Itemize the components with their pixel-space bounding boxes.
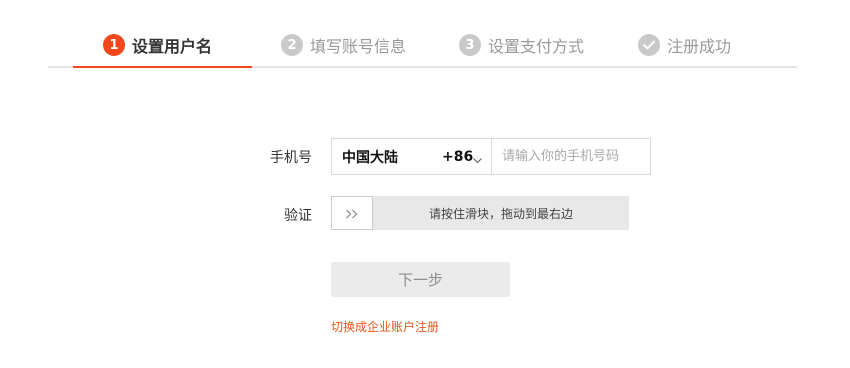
step-payment-method: 3 设置支付方式 — [459, 32, 584, 58]
slider-handle[interactable] — [331, 196, 373, 230]
slider-hint-text: 请按住滑块，拖动到最右边 — [428, 206, 573, 221]
country-region-select[interactable]: 中国大陆 +86 — [331, 138, 492, 175]
active-step-underline — [73, 66, 252, 68]
registration-steps: 1 设置用户名 2 填写账号信息 3 设置支付方式 注册成功 — [48, 0, 797, 68]
chevron-down-icon — [472, 151, 483, 170]
checkmark-icon — [638, 34, 660, 56]
step-register-success: 注册成功 — [638, 32, 731, 58]
step-label: 注册成功 — [667, 37, 732, 56]
verify-label: 验证 — [284, 208, 312, 224]
step-account-info: 2 填写账号信息 — [281, 32, 406, 58]
step-set-username: 1 设置用户名 — [103, 32, 212, 58]
step-label: 设置支付方式 — [488, 37, 585, 56]
switch-enterprise-link[interactable]: 切换成企业账户注册 — [331, 318, 439, 335]
register-page: 1 设置用户名 2 填写账号信息 3 设置支付方式 注册成功 手机号 中国大陆 … — [0, 0, 850, 368]
double-chevron-right-icon — [345, 204, 359, 223]
next-step-button[interactable]: 下一步 — [331, 262, 510, 297]
step-number-badge: 1 — [103, 34, 125, 56]
slide-verification-track: 请按住滑块，拖动到最右边 — [331, 196, 629, 230]
step-number-badge: 2 — [281, 34, 303, 56]
step-label: 设置用户名 — [132, 37, 213, 56]
step-number-badge: 3 — [459, 34, 481, 56]
region-name: 中国大陆 — [342, 149, 398, 166]
phone-number-input[interactable] — [492, 138, 651, 175]
step-label: 填写账号信息 — [310, 37, 407, 56]
country-code: +86 — [442, 148, 474, 165]
phone-label: 手机号 — [270, 150, 312, 166]
